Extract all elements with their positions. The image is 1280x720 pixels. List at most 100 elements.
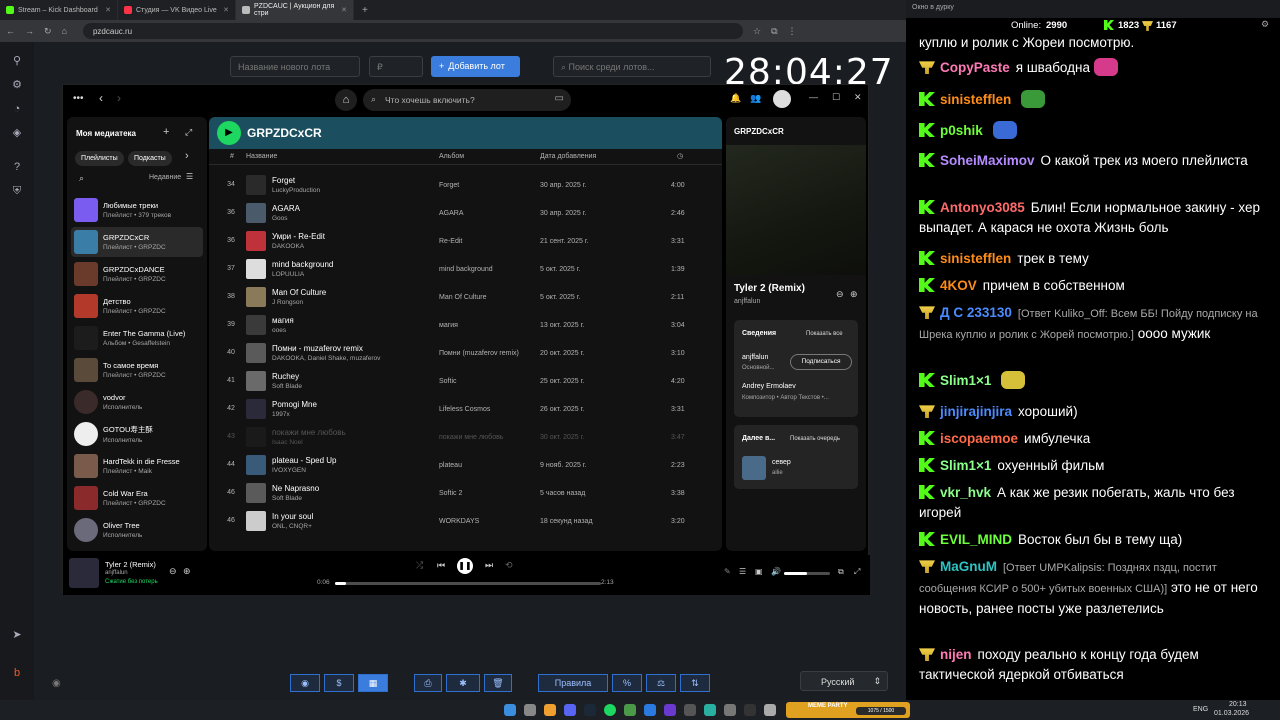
player-artist[interactable]: anjffalun xyxy=(105,570,128,576)
pin-icon[interactable]: ⚲ xyxy=(10,54,24,68)
search-input[interactable]: ⌕ Что хочешь включить? ▭ xyxy=(363,89,571,111)
next-icon[interactable]: ⏭ xyxy=(485,560,493,571)
app-icon[interactable] xyxy=(624,704,636,716)
track-row[interactable]: 36 AGARA Goos AGARA 30 апр. 2025 г. 2:46 xyxy=(209,199,722,227)
friends-icon[interactable]: 👥 xyxy=(750,93,761,104)
library-item[interactable]: Любимые треки Плейлист • 379 треков xyxy=(71,195,203,225)
track-row[interactable]: 43 покажи мне любовь Isaac Noel покажи м… xyxy=(209,423,722,451)
home-icon[interactable]: ⌂ xyxy=(62,26,67,36)
device-icon[interactable]: ▣ xyxy=(755,567,763,576)
github-desktop-icon[interactable] xyxy=(744,704,756,716)
reload-icon[interactable]: ↻ xyxy=(44,26,52,37)
library-item[interactable]: Oliver Tree Исполнитель xyxy=(71,515,203,545)
now-playing-track[interactable]: Tyler 2 (Remix) xyxy=(734,283,805,294)
chat-username[interactable]: MaGnuM xyxy=(940,559,997,574)
minimize-icon[interactable]: — xyxy=(809,92,818,102)
extensions-icon[interactable]: ⧉ xyxy=(771,26,777,37)
save-button[interactable]: ⎙ xyxy=(414,674,442,692)
chat-username[interactable]: 4KOV xyxy=(940,278,977,293)
track-row[interactable]: 42 Pomogi Mne 1997x Lifeless Cosmos 26 о… xyxy=(209,395,722,423)
now-playing-artist[interactable]: anjffalun xyxy=(734,298,760,305)
trash-button[interactable]: 🗑 xyxy=(484,674,512,692)
chat-username[interactable]: SoheiMaximov xyxy=(940,153,1035,168)
search-lots-input[interactable]: ⌕ Поиск среди лотов... xyxy=(553,56,711,77)
back-icon[interactable]: ← xyxy=(6,26,15,36)
close-tab-icon[interactable]: ✕ xyxy=(341,6,347,14)
settings-icon[interactable]: ⚙ xyxy=(10,78,24,92)
player-track[interactable]: Tyler 2 (Remix) xyxy=(105,560,156,569)
show-queue-link[interactable]: Показать очередь xyxy=(790,436,840,442)
follow-button[interactable]: Подписаться xyxy=(790,354,852,370)
clock-time[interactable]: 20:13 xyxy=(1229,701,1247,708)
remove-icon[interactable]: ⊖ xyxy=(169,566,177,577)
bug-button[interactable]: ✱ xyxy=(446,674,480,692)
mail-icon[interactable] xyxy=(724,704,736,716)
more-icon[interactable]: ••• xyxy=(73,93,84,104)
library-item[interactable]: Детство Плейлист • GRPZDC xyxy=(71,291,203,321)
chat-username[interactable]: Antonyo3085 xyxy=(940,200,1025,215)
browser-tab[interactable]: Студия — VK Видео Live ✕ xyxy=(118,0,236,20)
track-row[interactable]: 39 магия ooes магия 13 окт. 2025 г. 3:04 xyxy=(209,311,722,339)
chat-username[interactable]: jinjirajinjira xyxy=(940,404,1012,419)
chat-username[interactable]: EVIL_MIND xyxy=(940,532,1012,547)
library-search-icon[interactable]: ⌕ xyxy=(79,173,84,184)
track-row[interactable]: 44 plateau - Sped Up IVOXYGEN plateau 9 … xyxy=(209,451,722,479)
chat-username[interactable]: CopyPaste xyxy=(940,60,1010,75)
track-row[interactable]: 46 Ne Naprasno Soft Blade Softic 2 5 час… xyxy=(209,479,722,507)
close-icon[interactable]: ✕ xyxy=(854,92,862,103)
pen-icon[interactable]: ✎ xyxy=(724,567,731,576)
scale-button[interactable]: ⚖ xyxy=(646,674,676,692)
obs-icon[interactable] xyxy=(664,704,676,716)
language-select[interactable]: Русский ⇕ xyxy=(800,671,888,691)
help-icon[interactable]: ? xyxy=(10,160,24,174)
queue-icon[interactable]: ☰ xyxy=(739,567,746,576)
library-item[interactable]: Cold War Era Плейлист • GRPZDC xyxy=(71,483,203,513)
terminal-icon[interactable] xyxy=(684,704,696,716)
menu-icon[interactable]: ⋮ xyxy=(788,26,797,37)
boosty-icon[interactable]: b xyxy=(10,666,24,680)
play-button[interactable]: ▶ xyxy=(217,121,241,145)
add-icon[interactable]: ⊕ xyxy=(850,289,858,300)
expand-icon[interactable]: ⤢ xyxy=(185,127,192,138)
library-item[interactable]: GOTOU寿主酥 Исполнитель xyxy=(71,419,203,449)
show-all-link[interactable]: Показать все xyxy=(806,331,843,337)
volume-icon[interactable]: 🔊 xyxy=(771,567,781,576)
sort-button[interactable]: ⇅ xyxy=(680,674,710,692)
track-row[interactable]: 37 mind background LOPUULIA mind backgro… xyxy=(209,255,722,283)
home-button[interactable]: ⌂ xyxy=(335,89,357,111)
fullscreen-icon[interactable]: ⤢ xyxy=(854,567,860,577)
chat-username[interactable]: vkr_hvk xyxy=(940,485,991,500)
bell-icon[interactable]: 🔔 xyxy=(730,93,741,104)
chat-app-icon[interactable] xyxy=(704,704,716,716)
remove-icon[interactable]: ⊖ xyxy=(836,289,844,300)
chat-username[interactable]: Slim1×1 xyxy=(940,373,991,388)
discord-icon[interactable] xyxy=(564,704,576,716)
language-indicator[interactable]: ENG xyxy=(1193,706,1208,713)
miniplayer-icon[interactable]: ⧉ xyxy=(838,567,844,577)
library-item[interactable]: То самое время Плейлист • GRPZDC xyxy=(71,355,203,385)
sort-recent[interactable]: Недавние xyxy=(149,174,181,181)
forward-icon[interactable]: → xyxy=(25,26,34,36)
steam-icon[interactable] xyxy=(584,704,596,716)
nav-forward-icon[interactable]: › xyxy=(117,91,121,105)
track-row[interactable]: 40 Помни - muzaferov remix DAKOOKA, Dani… xyxy=(209,339,722,367)
repeat-icon[interactable]: ⟲ xyxy=(505,560,513,571)
add-icon[interactable]: ⊕ xyxy=(183,566,191,577)
progress-bar[interactable] xyxy=(335,582,601,585)
track-row[interactable]: 34 Forget LuckyProduction Forget 30 апр.… xyxy=(209,171,722,199)
donate-button[interactable]: $ xyxy=(324,674,354,692)
library-item[interactable]: HardTekk in die Fresse Плейлист • Maik xyxy=(71,451,203,481)
layers-icon[interactable]: ◈ xyxy=(10,126,24,140)
browser-tab[interactable]: Stream – Kick Dashboard ✕ xyxy=(0,0,118,20)
new-lot-input[interactable]: Название нового лота xyxy=(230,56,360,77)
percent-button[interactable]: % xyxy=(612,674,642,692)
price-input[interactable]: ₽ xyxy=(369,56,423,77)
settings-icon[interactable]: ⚙ xyxy=(1261,19,1269,30)
pause-button[interactable]: ❚❚ xyxy=(457,558,473,574)
col-date-added[interactable]: Дата добавления xyxy=(540,153,596,160)
track-row[interactable]: 36 Умри - Re-Edit DAKOOKA Re-Edit 21 сен… xyxy=(209,227,722,255)
add-lot-button[interactable]: + Добавить лот xyxy=(431,56,520,77)
bookmark-star-icon[interactable]: ☆ xyxy=(753,26,761,37)
avatar[interactable] xyxy=(773,90,791,108)
github-button[interactable]: ◉ xyxy=(290,674,320,692)
